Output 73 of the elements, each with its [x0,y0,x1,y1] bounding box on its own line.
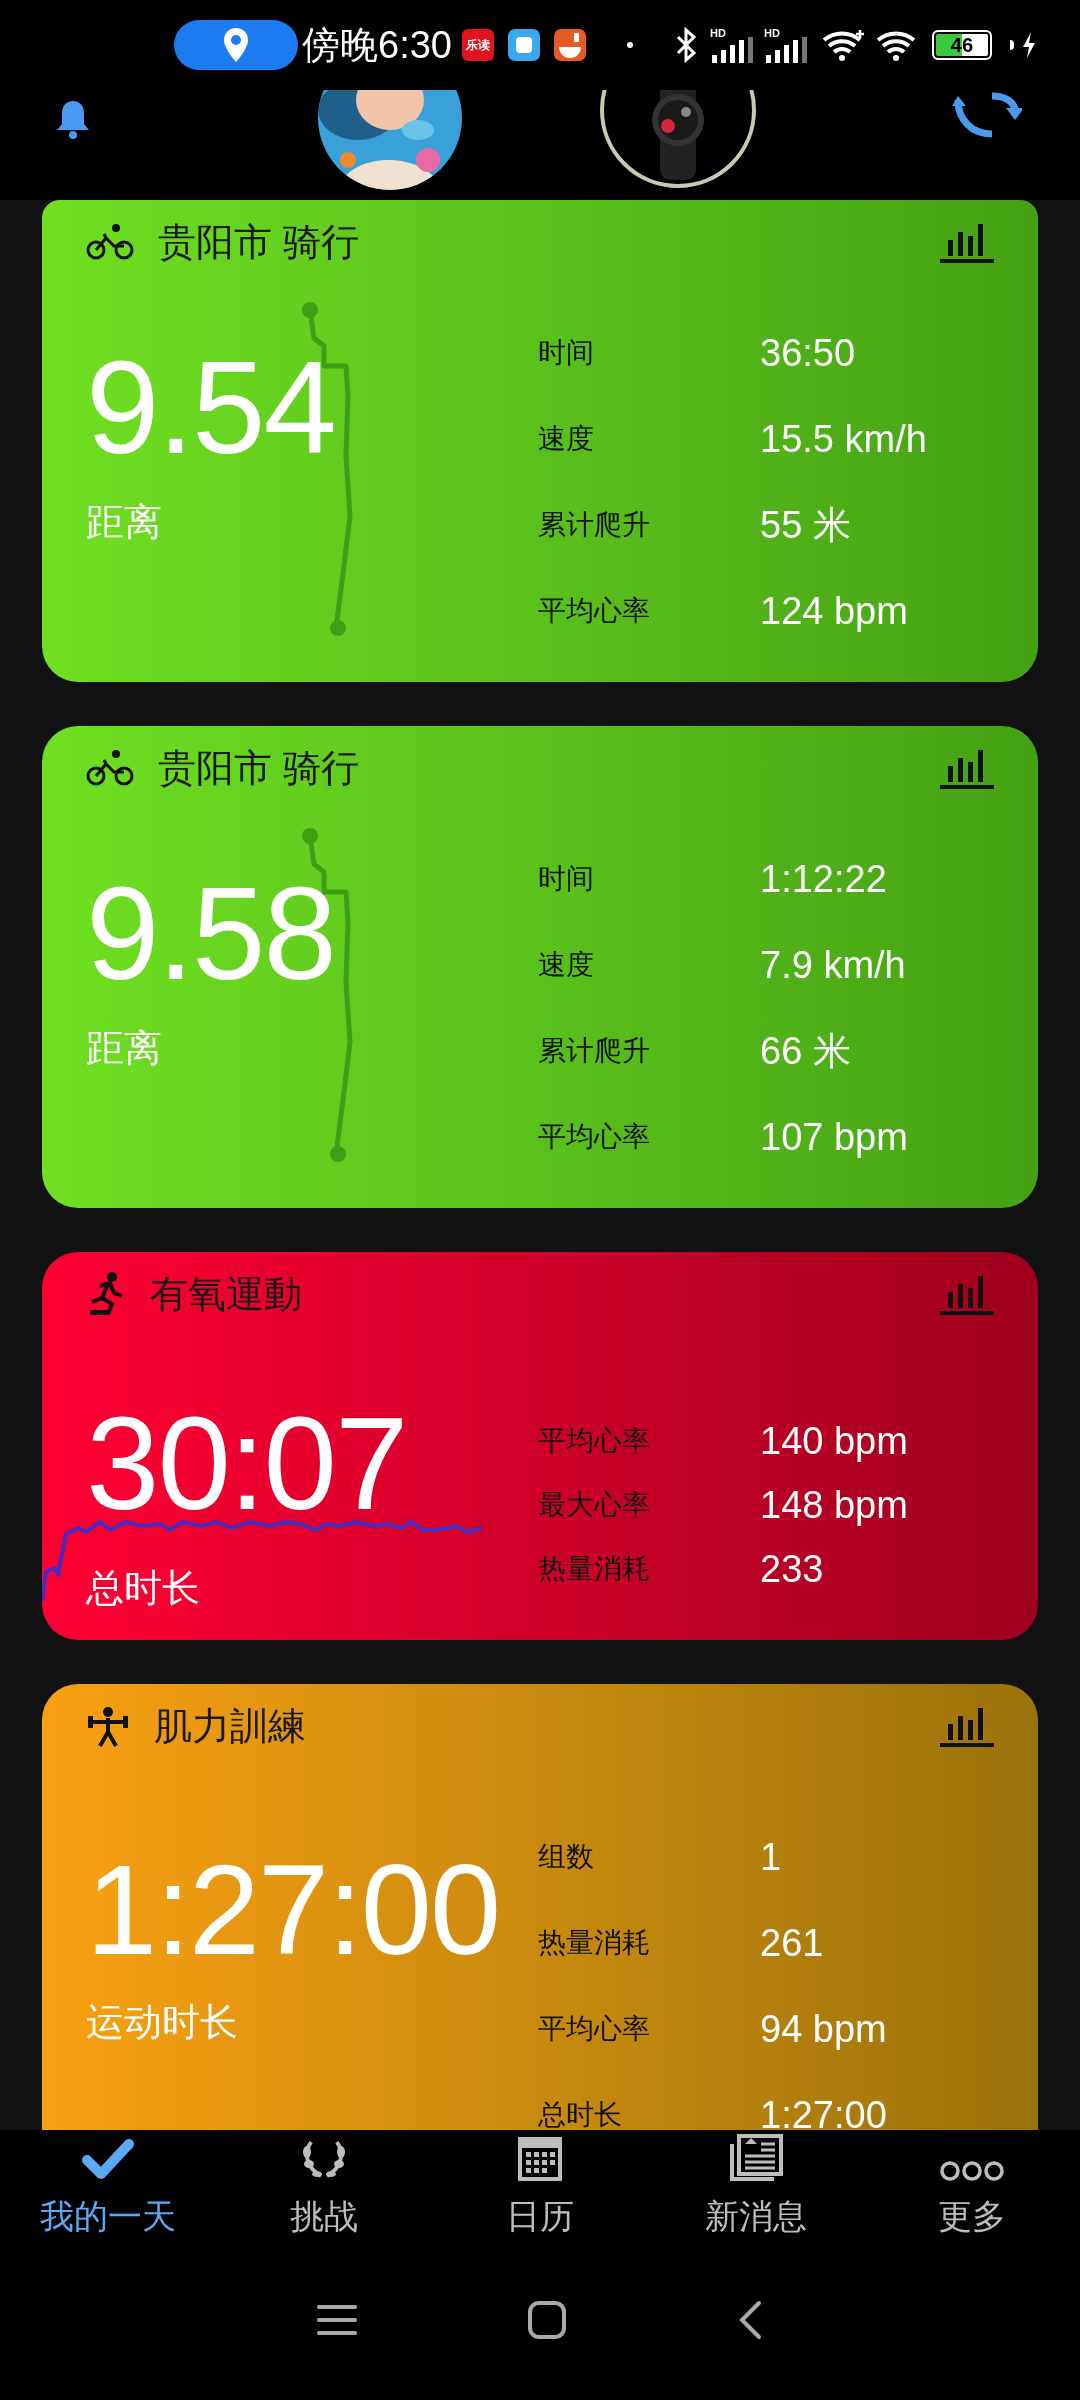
stat-value: 1:12:22 [760,858,888,900]
more-icon [940,2160,1004,2182]
distance-value: 30:07 [86,1398,407,1530]
stat-label: 累计爬升 [538,1034,651,1068]
stat-value: 1 [760,1836,783,1878]
stat-label: 平均心率 [538,2012,651,2046]
stat-label: 速度 [538,948,595,982]
bicycle-icon [86,222,134,262]
checkmark-icon [81,2138,135,2182]
stat-label: 最大心率 [538,1488,651,1522]
stat-value: 124 bpm [760,590,909,632]
activity-card[interactable]: 贵阳市 骑行 9.58 距离 时间 1:12:22 速度 7.9 km/h 累计爬升 66 米 平均心率 107 bpm [42,726,1038,1208]
activity-title: 贵阳市 骑行 [158,219,359,265]
clock-time: 傍晚6:30 [302,22,452,68]
nav-tab[interactable]: 日历 [432,2130,648,2240]
network-type-label: HD [709,26,726,41]
stat-label: 速度 [538,422,595,456]
stat-value: 36:50 [760,332,857,374]
stat-value: 1:27:00 [760,2094,887,2130]
distance-value: 9.54 [86,342,335,474]
stat-label: 时间 [538,336,595,370]
newspaper-icon [729,2134,783,2182]
nav-tab[interactable]: 更多 [864,2130,1080,2240]
stat-value: 140 bpm [760,1420,908,1462]
wifi-icon [821,28,866,62]
bicycle-icon [86,748,134,788]
nav-tab[interactable]: 挑战 [216,2130,432,2240]
stat-value: 7.9 km/h [760,944,907,986]
activity-title: 肌力訓練 [154,1703,306,1749]
back-icon[interactable] [737,2300,763,2340]
stat-value: 55 米 [760,504,852,546]
calendar-icon [517,2136,563,2182]
menu-icon[interactable] [317,2303,357,2337]
stat-label: 平均心率 [538,1424,651,1458]
activity-title: 贵阳市 骑行 [158,745,359,791]
activity-title: 有氧運動 [150,1271,302,1317]
activity-card[interactable]: 贵阳市 骑行 9.54 距离 时间 36:50 速度 15.5 km/h 累计爬升 55 米 平均心率 124 bpm [42,200,1038,682]
nav-tab[interactable]: 新消息 [648,2130,864,2240]
metric-label: 距离 [86,500,162,545]
stat-label: 热量消耗 [538,1926,651,1960]
weightlifter-icon [86,1704,130,1748]
nav-tab[interactable]: 我的一天 [0,2130,216,2240]
distance-value: 1:27:00 [86,1846,500,1974]
metric-label: 运动时长 [86,2000,238,2045]
stat-value: 107 bpm [760,1116,908,1158]
stat-value: 66 米 [760,1030,852,1072]
battery-indicator: 46 [931,30,992,60]
stat-label: 平均心率 [538,1120,651,1154]
activity-card[interactable]: 肌力訓練 1:27:00 运动时长 组数 1 热量消耗 261 平均心率 94 bpm 总时长 1:27:00 [42,1684,1038,2130]
charging-icon [1021,32,1036,58]
stat-label: 热量消耗 [538,1552,651,1586]
network-type-label: HD [763,26,780,41]
stat-value: 15.5 km/h [760,418,927,460]
metric-label: 总时长 [86,1566,200,1611]
stat-value: 233 [760,1548,825,1590]
signal-icon [709,37,754,63]
stat-value: 148 bpm [760,1484,908,1526]
stat-label: 平均心率 [538,594,651,628]
stat-label: 总时长 [538,2098,623,2130]
app-notification-icon [507,29,540,61]
app-notification-icon: 乐读 [461,29,494,61]
stat-value: 94 bpm [760,2008,887,2050]
app-notification-icon [553,29,586,61]
stat-value: 261 [760,1922,825,1964]
activity-card[interactable]: 有氧運動 30:07 总时长 平均心率 140 bpm 最大心率 148 bpm 热量消耗 233 [42,1252,1038,1640]
signal-icon [763,37,808,63]
stat-label: 累计爬升 [538,508,651,542]
metric-label: 距离 [86,1026,162,1071]
home-icon[interactable] [527,2300,567,2340]
stat-label: 组数 [538,1840,595,1874]
stat-label: 时间 [538,862,595,896]
dot-icon [625,41,634,49]
distance-value: 9.58 [86,868,335,1000]
